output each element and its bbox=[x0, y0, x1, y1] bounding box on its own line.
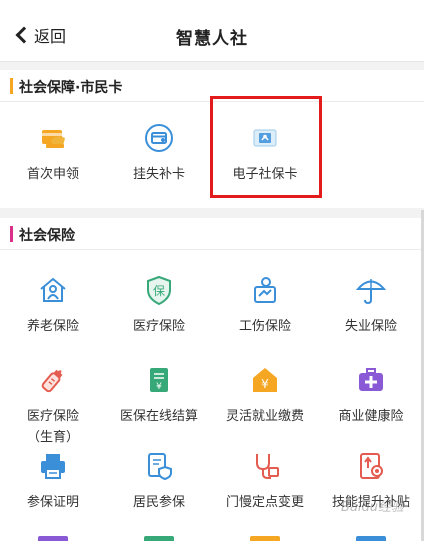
tile-label: 医保在线结算 bbox=[119, 409, 198, 424]
medical-kit-icon bbox=[359, 368, 383, 391]
certificate-icon bbox=[360, 453, 383, 479]
section-title: 社会保障·市民卡 bbox=[19, 80, 123, 96]
svg-text:保: 保 bbox=[153, 284, 165, 298]
tile-label: 首次申领 bbox=[26, 167, 79, 182]
tile-label: 商业健康险 bbox=[338, 409, 404, 424]
page-title: 智慧人社 bbox=[176, 29, 248, 49]
tile-insurance-certificate[interactable]: 参保证明 bbox=[0, 450, 106, 511]
tile-commercial-health-insurance[interactable]: 商业健康险 bbox=[318, 364, 424, 425]
section-title: 社会保险 bbox=[19, 228, 75, 244]
svg-text:¥: ¥ bbox=[261, 377, 269, 391]
tile-pension-insurance[interactable]: 养老保险 bbox=[0, 274, 106, 335]
tile-medical-insurance[interactable]: 保 医疗保险 bbox=[106, 274, 212, 335]
document-shield-icon bbox=[148, 453, 172, 481]
tile-lost-replace[interactable]: 挂失补卡 bbox=[106, 122, 212, 183]
baby-bottle-icon bbox=[41, 369, 63, 393]
next-row-icon-peek bbox=[144, 536, 174, 541]
tile-label: 灵活就业缴费 bbox=[225, 409, 304, 424]
app-screen: 返回 智慧人社 社会保障·市民卡 首次申领 挂失补卡 电子社保卡 社会保险 养老… bbox=[0, 0, 424, 541]
next-row-icon-peek bbox=[356, 536, 386, 541]
watermark-text: Baidu经验 bbox=[341, 500, 404, 515]
section-header: 社会保险 bbox=[0, 218, 424, 250]
top-bar: 返回 智慧人社 bbox=[0, 0, 424, 62]
tile-chronic-clinic-change[interactable]: 门慢定点变更 bbox=[212, 450, 318, 511]
tile-maternity-insurance[interactable]: 医疗保险 （生育） bbox=[0, 364, 106, 446]
tile-flexible-employment-payment[interactable]: ¥ 灵活就业缴费 bbox=[212, 364, 318, 425]
tile-first-apply[interactable]: 首次申领 bbox=[0, 122, 106, 183]
section-accent-bar bbox=[10, 226, 13, 242]
tile-label: 失业保险 bbox=[344, 319, 397, 334]
tile-injury-insurance[interactable]: 工伤保险 bbox=[212, 274, 318, 335]
tile-unemployment-insurance[interactable]: 失业保险 bbox=[318, 274, 424, 335]
tile-label: 医疗保险 bbox=[26, 409, 79, 424]
next-row-icon-peek bbox=[250, 536, 280, 541]
tile-online-settlement[interactable]: ¥ 医保在线结算 bbox=[106, 364, 212, 425]
section-social-insurance: 社会保险 养老保险 保 医疗保险 工伤保险 失业保险 医疗保险 （生育） ¥ 医… bbox=[0, 218, 424, 541]
tile-label: 养老保险 bbox=[26, 319, 79, 334]
card-apply-icon bbox=[42, 130, 65, 148]
tile-label: 医疗保险 bbox=[132, 319, 185, 334]
section-accent-bar bbox=[10, 78, 13, 94]
tile-resident-insurance[interactable]: 居民参保 bbox=[106, 450, 212, 511]
printer-icon bbox=[41, 454, 65, 479]
shield-bao-icon: 保 bbox=[147, 275, 171, 306]
injury-clipboard-icon bbox=[254, 277, 276, 303]
next-row-icon-peek bbox=[38, 536, 68, 541]
stethoscope-icon bbox=[256, 454, 279, 479]
tile-label: 参保证明 bbox=[26, 495, 79, 510]
settlement-receipt-icon: ¥ bbox=[150, 368, 168, 392]
highlight-annotation-box bbox=[210, 96, 322, 198]
tile-label: 工伤保险 bbox=[238, 319, 291, 334]
tile-label-secondary: （生育） bbox=[26, 430, 79, 445]
umbrella-icon bbox=[355, 279, 387, 305]
svg-text:¥: ¥ bbox=[156, 382, 162, 392]
tile-label: 挂失补卡 bbox=[132, 167, 185, 182]
house-elder-icon bbox=[40, 277, 66, 302]
card-replace-icon bbox=[145, 124, 173, 152]
tile-label: 门慢定点变更 bbox=[225, 495, 304, 510]
tile-label: 居民参保 bbox=[132, 495, 185, 510]
yen-house-icon: ¥ bbox=[253, 368, 277, 392]
